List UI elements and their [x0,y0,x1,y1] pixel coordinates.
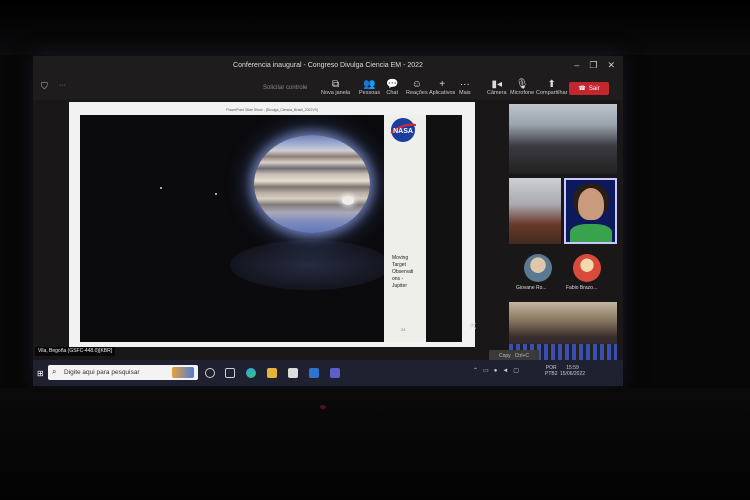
participants-panel: Giovane Ro... Fabio Brazo... [509,102,619,364]
apps-button[interactable]: + Aplicativos [429,79,455,96]
jupiter-image [254,135,370,233]
new-window-button[interactable]: ⧉ Nova janela [321,79,350,96]
notification-icon[interactable]: ▢ [513,367,519,374]
nasa-logo: NASA [390,118,417,142]
aurora-glow [230,240,390,290]
slide-title: Moving Target Observati ons - Jupiter [392,255,414,289]
request-control-button[interactable]: Solicitar controle [263,85,307,91]
mail-icon[interactable] [309,368,319,378]
search-icon: ⌕ [52,367,57,376]
slide-number: 24 [401,327,406,332]
reactions-icon: ☺ [411,79,422,90]
avatar[interactable] [524,254,552,282]
meeting-timer: ··· [59,82,66,89]
window-titlebar: Conferencia inaugural - Congreso Divulga… [33,56,623,76]
jupiter-spot [342,196,354,205]
microphone-button[interactable]: 🎙 Microfone [510,79,534,96]
speaker-shirt [570,224,612,242]
camera-icon: ▮◂ [491,79,503,90]
edge-icon[interactable] [246,368,256,378]
taskbar-search[interactable]: ⌕ Digite aqui para pesquisar [48,365,198,380]
chat-button[interactable]: 💬 Chat [386,79,398,96]
share-icon: ⬆ [547,79,556,90]
input-language[interactable]: POR PTB2 [545,365,558,377]
more-button[interactable]: ··· Mais [459,79,471,96]
teams-icon[interactable] [330,368,340,378]
shared-screen: PowerPoint Slide Show - [Divulga_Ciencia… [69,102,475,347]
reactions-button[interactable]: ☺ Reações [406,79,428,96]
store-icon[interactable] [288,368,298,378]
moon-dot [215,193,217,195]
slide-edge [426,115,462,342]
slide: NASA Moving Target Observati ons - Jupit… [80,115,462,342]
room-background-bottom [0,388,750,500]
people-button[interactable]: 👥 Pessoas [359,79,380,96]
shield-icon[interactable]: ⛉ [41,81,48,92]
moon-dot [160,187,162,189]
avatar[interactable] [573,254,601,282]
leave-button[interactable]: ☎ Sair [569,82,609,95]
search-highlight-icon [172,367,194,378]
participant-name: Giovane Ro... [516,285,547,291]
cortana-icon[interactable] [205,368,215,378]
participant-video-room[interactable] [509,178,561,244]
people-icon: 👥 [363,79,376,90]
microphone-icon: 🎙 [515,79,529,90]
task-view-icon[interactable] [225,368,235,378]
file-explorer-icon[interactable] [267,368,277,378]
maximize-icon[interactable]: ❐ [589,60,597,71]
room-background-top [0,0,750,55]
close-icon[interactable]: ✕ [607,60,615,71]
meeting-toolbar: ⛉ ··· Solicitar controle ⧉ Nova janela 👥… [33,76,623,100]
system-tray: ⌃ ▭ ● ◄ ▢ [473,367,519,375]
network-icon[interactable]: ▭ [483,367,489,374]
phone-icon: ☎ [578,86,586,92]
slide-text-panel: NASA Moving Target Observati ons - Jupit… [384,115,462,342]
taskbar-clock[interactable]: 15:59 15/06/2022 [560,365,585,377]
projected-screen: Conferencia inaugural - Congreso Divulga… [33,56,623,386]
chevron-up-icon[interactable]: ⌃ [473,367,478,374]
nasa-logo-text: NASA [393,128,413,135]
camera-button[interactable]: ▮◂ Câmera [487,79,507,96]
plus-icon: + [439,79,446,90]
presenter-name: Vila, Begoña (GSFC-448.0)[KBR] [35,347,116,356]
search-input: Digite aqui para pesquisar [64,369,140,376]
participant-name: Fabio Brazo... [566,285,598,291]
speaker-icon[interactable]: ◄ [502,368,508,374]
more-icon: ··· [459,79,470,90]
mouse-cursor-icon: ⇱ [470,322,477,331]
room-light [320,405,326,409]
share-button[interactable]: ⬆ Compartilhar [536,79,567,96]
window-title: Conferencia inaugural - Congreso Divulga… [233,62,423,69]
windows-taskbar: ⊞ ⌕ Digite aqui para pesquisar ⌃ ▭ ● ◄ ▢… [33,360,623,386]
minimize-icon[interactable]: – [574,60,579,71]
window-controls: – ❐ ✕ [574,60,615,71]
speaker-face [578,188,604,220]
microphone-icon[interactable]: ● [494,368,498,374]
chat-icon: 💬 [386,79,399,90]
new-window-icon: ⧉ [331,79,340,90]
participant-video-speaker[interactable] [564,178,617,244]
participant-video-classroom[interactable] [509,104,617,174]
windows-start-icon[interactable]: ⊞ [37,369,44,378]
slideshow-caption: PowerPoint Slide Show - [Divulga_Ciencia… [226,108,318,112]
